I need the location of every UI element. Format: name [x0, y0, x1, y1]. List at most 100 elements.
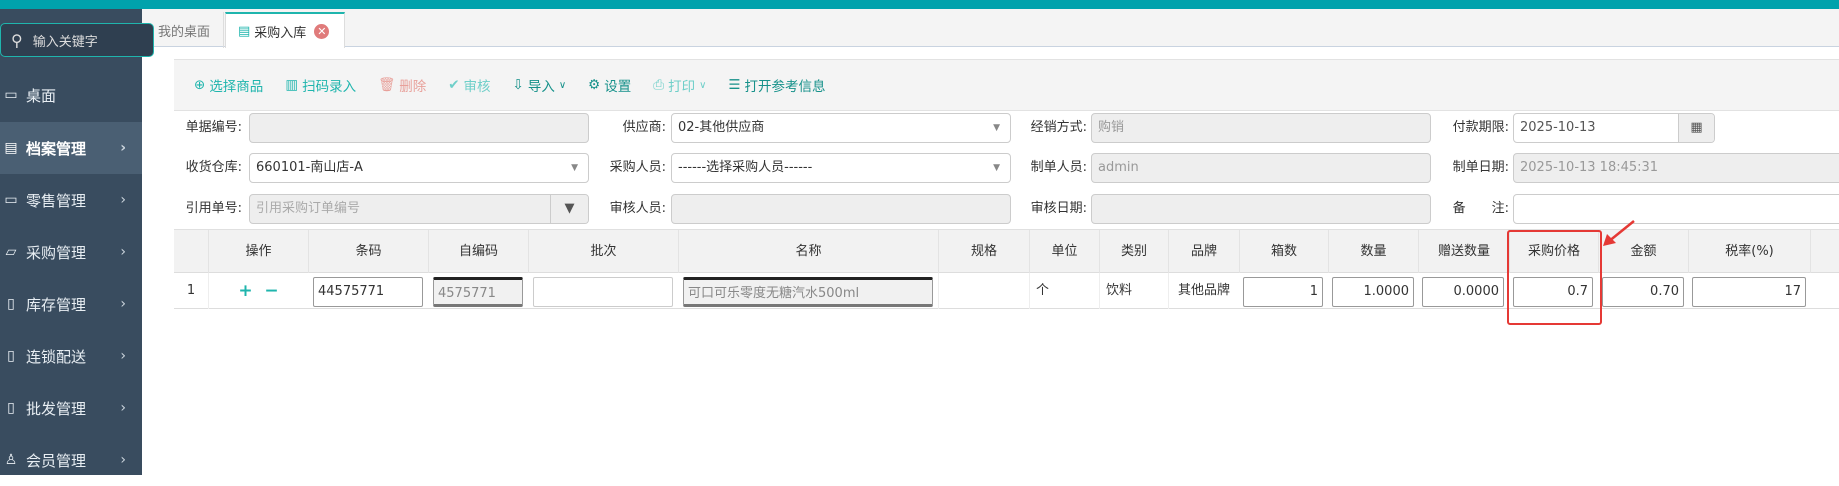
add-row-icon[interactable]: +: [238, 281, 252, 301]
col-gift-qty: 赠送数量: [1418, 230, 1509, 274]
ref-no-field[interactable]: 引用采购订单编号 ▼: [249, 194, 589, 224]
highlight-box: [1507, 230, 1602, 325]
auditor-field[interactable]: [671, 194, 1011, 224]
archive-icon: ▤: [4, 140, 18, 156]
sidebar-item-label: 连锁配送: [26, 347, 87, 366]
pay-due-value: 2025-10-13: [1520, 120, 1596, 135]
list-icon: ☰: [728, 77, 741, 93]
sidebar-search[interactable]: ⚲ 输入关键字: [0, 23, 154, 57]
audit-date-field[interactable]: [1091, 194, 1431, 224]
barcode-input[interactable]: 44575771: [313, 277, 423, 307]
sidebar-item-label: 零售管理: [26, 191, 87, 210]
remark-field[interactable]: [1513, 194, 1839, 224]
sidebar-item-wholesale[interactable]: ▯ 批发管理 ›: [0, 382, 142, 434]
filter-icon[interactable]: ▼: [550, 195, 588, 223]
buyer-value: ------选择采购人员------: [678, 160, 813, 175]
sidebar-item-label: 批发管理: [26, 399, 87, 418]
sidebar-item-member[interactable]: ♙ 会员管理 ›: [0, 434, 142, 486]
chevron-right-icon: ›: [120, 244, 126, 260]
print-button[interactable]: ⎙ 打印 ∨: [653, 75, 706, 95]
import-icon: ⇩: [512, 77, 524, 93]
spec-cell: [938, 273, 1029, 309]
audit-button[interactable]: ✔ 审核: [448, 75, 490, 95]
sidebar-item-retail[interactable]: ▭ 零售管理 ›: [0, 174, 142, 226]
sidebar-item-inventory[interactable]: ▯ 库存管理 ›: [0, 278, 142, 330]
doc-no-field[interactable]: [249, 113, 589, 143]
dist-mode-field[interactable]: 购销: [1091, 113, 1431, 143]
batch-input[interactable]: [533, 277, 673, 307]
pay-due-field[interactable]: 2025-10-13 ▦: [1513, 113, 1715, 143]
col-more: [1810, 230, 1839, 274]
chevron-right-icon: ›: [120, 192, 126, 208]
category-cell: 饮料: [1099, 273, 1168, 309]
sidebar: ⚲ 输入关键字 ▭ 桌面 ▤ 档案管理 › ▭ 零售管理 › ▱ 采购管理 › ▯ 库存管理 › …: [0, 9, 154, 475]
button-label: 打印: [668, 79, 696, 95]
pay-due-label: 付款期限:: [1452, 120, 1509, 135]
open-reference-button[interactable]: ☰ 打开参考信息: [728, 75, 825, 95]
make-date-field[interactable]: 2025-10-13 18:45:31: [1513, 153, 1839, 183]
col-code: 自编码: [428, 230, 528, 274]
sidebar-item-purchase[interactable]: ▱ 采购管理 ›: [0, 226, 142, 278]
sidebar-item-desktop[interactable]: ▭ 桌面: [0, 69, 142, 121]
calendar-icon[interactable]: ▦: [1678, 114, 1714, 142]
unit-cell: 个: [1029, 273, 1099, 309]
select-goods-button[interactable]: ⊕ 选择商品: [194, 75, 263, 95]
button-label: 删除: [399, 79, 427, 95]
button-label: 选择商品: [209, 79, 264, 95]
search-icon: ⚲: [11, 30, 23, 50]
qty-input[interactable]: 1.0000: [1332, 277, 1414, 307]
close-icon[interactable]: ✕: [314, 23, 330, 39]
chevron-right-icon: ›: [120, 296, 126, 312]
member-icon: ♙: [4, 452, 18, 468]
toolbar: ⊕ 选择商品 ▥ 扫码录入 🗑︎ 删除 ✔ 审核 ⇩ 导入 ∨ ⚙ 设置 ⎙ 打印 ∨ ☰ 打开参考…: [174, 59, 1839, 111]
gift-qty-input[interactable]: 0.0000: [1422, 277, 1504, 307]
document-icon: ▤: [238, 23, 251, 39]
amount-input[interactable]: 0.70: [1602, 277, 1684, 307]
gear-icon: ⚙: [588, 77, 601, 93]
wholesale-icon: ▯: [7, 400, 15, 416]
import-button[interactable]: ⇩ 导入 ∨: [513, 75, 567, 95]
col-qty: 数量: [1328, 230, 1418, 274]
supplier-value: 02-其他供应商: [678, 120, 765, 135]
supplier-select[interactable]: 02-其他供应商 ▼: [671, 113, 1011, 143]
audit-date-label: 审核日期:: [1030, 201, 1087, 216]
tab-bar: 我的桌面 ▤ 采购入库 ✕: [142, 9, 1839, 48]
buyer-select[interactable]: ------选择采购人员------ ▼: [671, 153, 1011, 183]
button-label: 导入: [527, 79, 555, 95]
desktop-icon: ▭: [4, 87, 18, 103]
col-category: 类别: [1099, 230, 1168, 274]
name-field: 可口可乐零度无糖汽水500ml: [683, 277, 933, 307]
row-index: 1: [186, 283, 196, 298]
code-field: 4575771: [433, 277, 523, 307]
search-placeholder: 输入关键字: [32, 34, 98, 50]
chevron-right-icon: ›: [120, 452, 126, 468]
printer-icon: ⎙: [653, 77, 665, 93]
col-boxes: 箱数: [1239, 230, 1328, 274]
tab-label: 我的桌面: [158, 24, 211, 40]
settings-button[interactable]: ⚙ 设置: [588, 75, 631, 95]
col-unit: 单位: [1029, 230, 1099, 274]
warehouse-value: 660101-南山店-A: [256, 160, 363, 175]
sidebar-item-delivery[interactable]: ▯ 连锁配送 ›: [0, 330, 142, 382]
sidebar-item-label: 档案管理: [26, 139, 87, 158]
col-action: 操作: [208, 230, 308, 274]
sidebar-item-archive[interactable]: ▤ 档案管理 ›: [0, 122, 142, 174]
delete-button[interactable]: 🗑︎ 删除: [378, 75, 426, 95]
supplier-label: 供应商:: [622, 120, 666, 135]
sidebar-item-label: 库存管理: [26, 295, 87, 314]
maker-field[interactable]: admin: [1091, 153, 1431, 183]
auditor-label: 审核人员:: [609, 201, 666, 216]
buyer-label: 采购人员:: [609, 160, 666, 175]
remove-row-icon[interactable]: −: [264, 281, 278, 301]
tab-purchase-inbound[interactable]: ▤ 采购入库 ✕: [225, 12, 345, 48]
warehouse-select[interactable]: 660101-南山店-A ▼: [249, 153, 589, 183]
delivery-icon: ▯: [7, 348, 15, 364]
tax-input[interactable]: 17: [1692, 277, 1806, 307]
button-label: 设置: [604, 79, 632, 95]
ref-no-label: 引用单号:: [185, 201, 242, 216]
warehouse-label: 收货仓库:: [185, 160, 242, 175]
scan-entry-button[interactable]: ▥ 扫码录入: [285, 75, 356, 95]
check-icon: ✔: [448, 77, 460, 93]
boxes-input[interactable]: 1: [1243, 277, 1323, 307]
tab-my-desktop[interactable]: 我的桌面: [146, 12, 224, 48]
